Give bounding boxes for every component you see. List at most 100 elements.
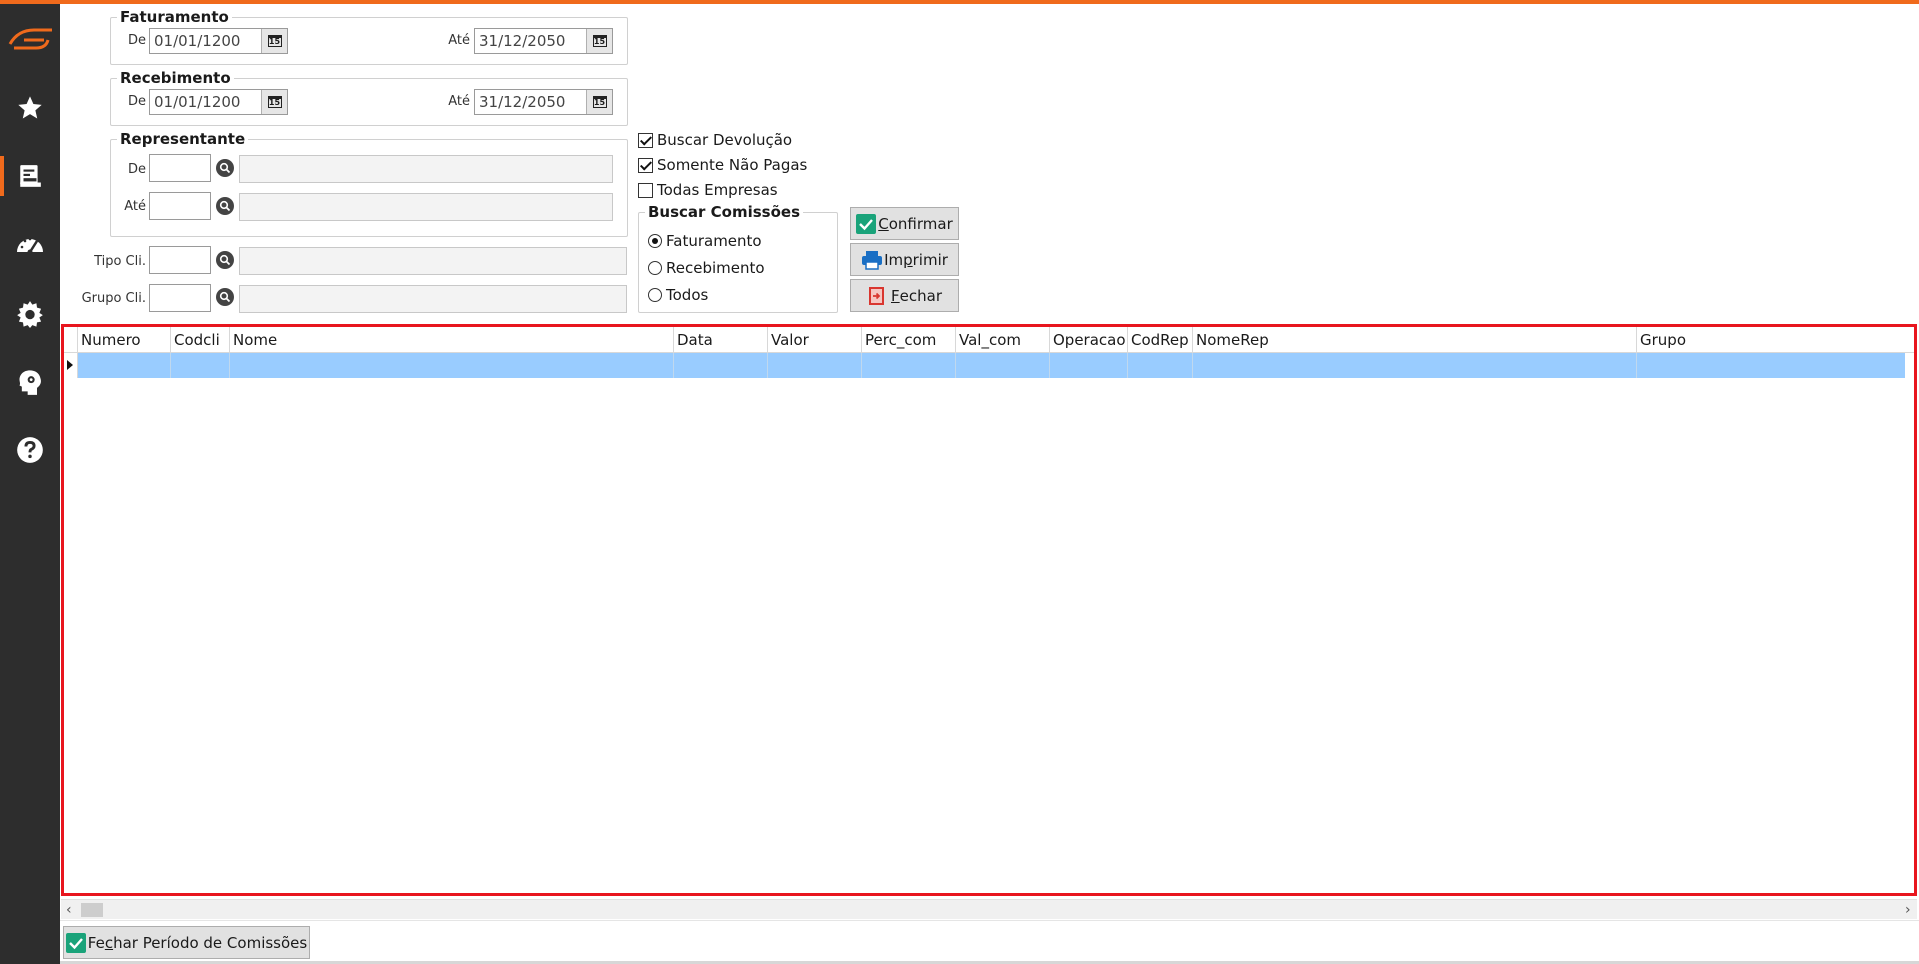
radio-button[interactable] [648, 234, 662, 248]
grid-column-val-com[interactable]: Val_com [956, 327, 1050, 353]
todas-empresas-checkbox[interactable]: Todas Empresas [638, 181, 778, 199]
recebimento-ate-calendar-button[interactable]: 15 [586, 90, 612, 114]
todas-empresas-label: Todas Empresas [657, 181, 778, 199]
recebimento-ate-value: 31/12/2050 [479, 93, 566, 111]
table-cell[interactable] [862, 353, 956, 378]
confirmar-label: onfirmar [888, 214, 953, 233]
grupo-cli-code-input[interactable] [149, 284, 211, 312]
table-cell[interactable] [171, 353, 230, 378]
representante-de-name-field [239, 155, 613, 183]
table-cell[interactable] [768, 353, 862, 378]
fechar-mnemonic: F [891, 286, 900, 305]
brain-icon[interactable] [0, 354, 60, 410]
representante-de-code-input[interactable] [149, 154, 211, 182]
sidebar [0, 0, 60, 964]
faturamento-de-label: De [127, 33, 146, 48]
representante-de-label: De [127, 162, 146, 177]
radio-todos-label: Todos [666, 286, 709, 304]
faturamento-de-calendar-button[interactable]: 15 [261, 29, 287, 53]
check-icon [856, 213, 877, 234]
grid-column-operacao[interactable]: Operacao [1050, 327, 1128, 353]
representante-legend: Representante [120, 130, 246, 148]
search-icon[interactable] [216, 159, 234, 177]
representante-ate-name-field [239, 193, 613, 221]
grid-column-nomerep[interactable]: NomeRep [1193, 327, 1637, 353]
somente-nao-pagas-checkbox[interactable]: Somente Não Pagas [638, 156, 807, 174]
calendar-icon: 15 [267, 96, 282, 108]
table-row[interactable] [64, 353, 1914, 378]
fechar-button[interactable]: Fechar [850, 279, 959, 312]
table-cell[interactable] [956, 353, 1050, 378]
fechar-periodo-comissoes-button[interactable]: Fe c har Período de Comissões [63, 926, 310, 959]
recebimento-ate-input[interactable]: 31/12/2050 15 [474, 89, 613, 115]
representante-ate-code-input[interactable] [149, 192, 211, 220]
tipo-cli-label: Tipo Cli. [94, 254, 146, 269]
gauge-icon[interactable] [0, 216, 60, 272]
faturamento-de-value: 01/01/1200 [154, 32, 241, 50]
grid-column-numero[interactable]: Numero [78, 327, 171, 353]
faturamento-ate-label: Até [448, 33, 470, 48]
radio-faturamento[interactable]: Faturamento [648, 232, 762, 250]
search-icon[interactable] [216, 251, 234, 269]
scroll-left-arrow-icon[interactable]: ‹ [66, 902, 72, 918]
scrollbar-thumb[interactable] [81, 903, 103, 917]
grid-column-data[interactable]: Data [674, 327, 768, 353]
search-icon[interactable] [216, 288, 234, 306]
recebimento-de-input[interactable]: 01/01/1200 15 [149, 89, 288, 115]
grid-column-codcli[interactable]: Codcli [171, 327, 230, 353]
radio-recebimento-label: Recebimento [666, 259, 765, 277]
faturamento-de-input[interactable]: 01/01/1200 15 [149, 28, 288, 54]
radio-button[interactable] [648, 261, 662, 275]
tipo-cli-name-field [239, 247, 627, 275]
faturamento-ate-calendar-button[interactable]: 15 [586, 29, 612, 53]
radio-todos[interactable]: Todos [648, 286, 708, 304]
top-accent-line [0, 0, 1919, 4]
grid-horizontal-scrollbar[interactable]: ‹ › [61, 899, 1917, 919]
confirmar-mnemonic: C [878, 214, 889, 233]
grid-column-nome[interactable]: Nome [230, 327, 674, 353]
table-cell[interactable] [1637, 353, 1905, 378]
table-cell[interactable] [230, 353, 674, 378]
table-cell[interactable] [78, 353, 171, 378]
checkbox-box[interactable] [638, 182, 653, 198]
logo-icon[interactable] [0, 10, 60, 66]
table-cell[interactable] [1128, 353, 1193, 378]
gear-icon[interactable] [0, 286, 60, 342]
buscar-devolucao-checkbox[interactable]: Buscar Devolução [638, 131, 792, 149]
report-icon[interactable] [0, 148, 60, 204]
checkbox-box[interactable] [638, 157, 653, 173]
star-icon[interactable] [0, 80, 60, 136]
grid-column-grupo[interactable]: Grupo [1637, 327, 1904, 353]
buscar-comissoes-legend: Buscar Comissões [648, 203, 801, 221]
tipo-cli-code-input[interactable] [149, 246, 211, 274]
row-indicator [64, 353, 78, 378]
grid-header: Numero Codcli Nome Data Valor Perc_com V… [64, 327, 1914, 353]
fechar-label: echar [899, 286, 942, 305]
table-cell[interactable] [1193, 353, 1637, 378]
recebimento-de-calendar-button[interactable]: 15 [261, 90, 287, 114]
fechar-periodo-label: har Período de Comissões [113, 933, 308, 952]
checkbox-box[interactable] [638, 132, 653, 148]
main-panel: Faturamento De 01/01/1200 15 Até 31/12/2… [60, 0, 1919, 964]
scroll-right-arrow-icon[interactable]: › [1905, 902, 1911, 918]
check-icon [65, 932, 86, 953]
table-cell[interactable] [674, 353, 768, 378]
confirmar-button[interactable]: Confirmar [850, 207, 959, 240]
recebimento-de-label: De [127, 94, 146, 109]
imprimir-mnemonic: p [903, 250, 913, 269]
buscar-devolucao-label: Buscar Devolução [657, 131, 793, 149]
commissions-grid[interactable]: Numero Codcli Nome Data Valor Perc_com V… [61, 324, 1917, 896]
search-icon[interactable] [216, 197, 234, 215]
radio-button[interactable] [648, 288, 662, 302]
help-icon[interactable] [0, 422, 60, 478]
faturamento-ate-input[interactable]: 31/12/2050 15 [474, 28, 613, 54]
table-cell[interactable] [1050, 353, 1128, 378]
grid-column-perc-com[interactable]: Perc_com [862, 327, 956, 353]
radio-recebimento[interactable]: Recebimento [648, 259, 765, 277]
grid-column-valor[interactable]: Valor [768, 327, 862, 353]
fechar-periodo-mnemonic: c [104, 933, 114, 952]
grid-column-codrep[interactable]: CodRep [1128, 327, 1193, 353]
exit-door-icon [869, 286, 884, 305]
grupo-cli-name-field [239, 285, 627, 313]
imprimir-button[interactable]: Im p rimir [850, 243, 959, 276]
